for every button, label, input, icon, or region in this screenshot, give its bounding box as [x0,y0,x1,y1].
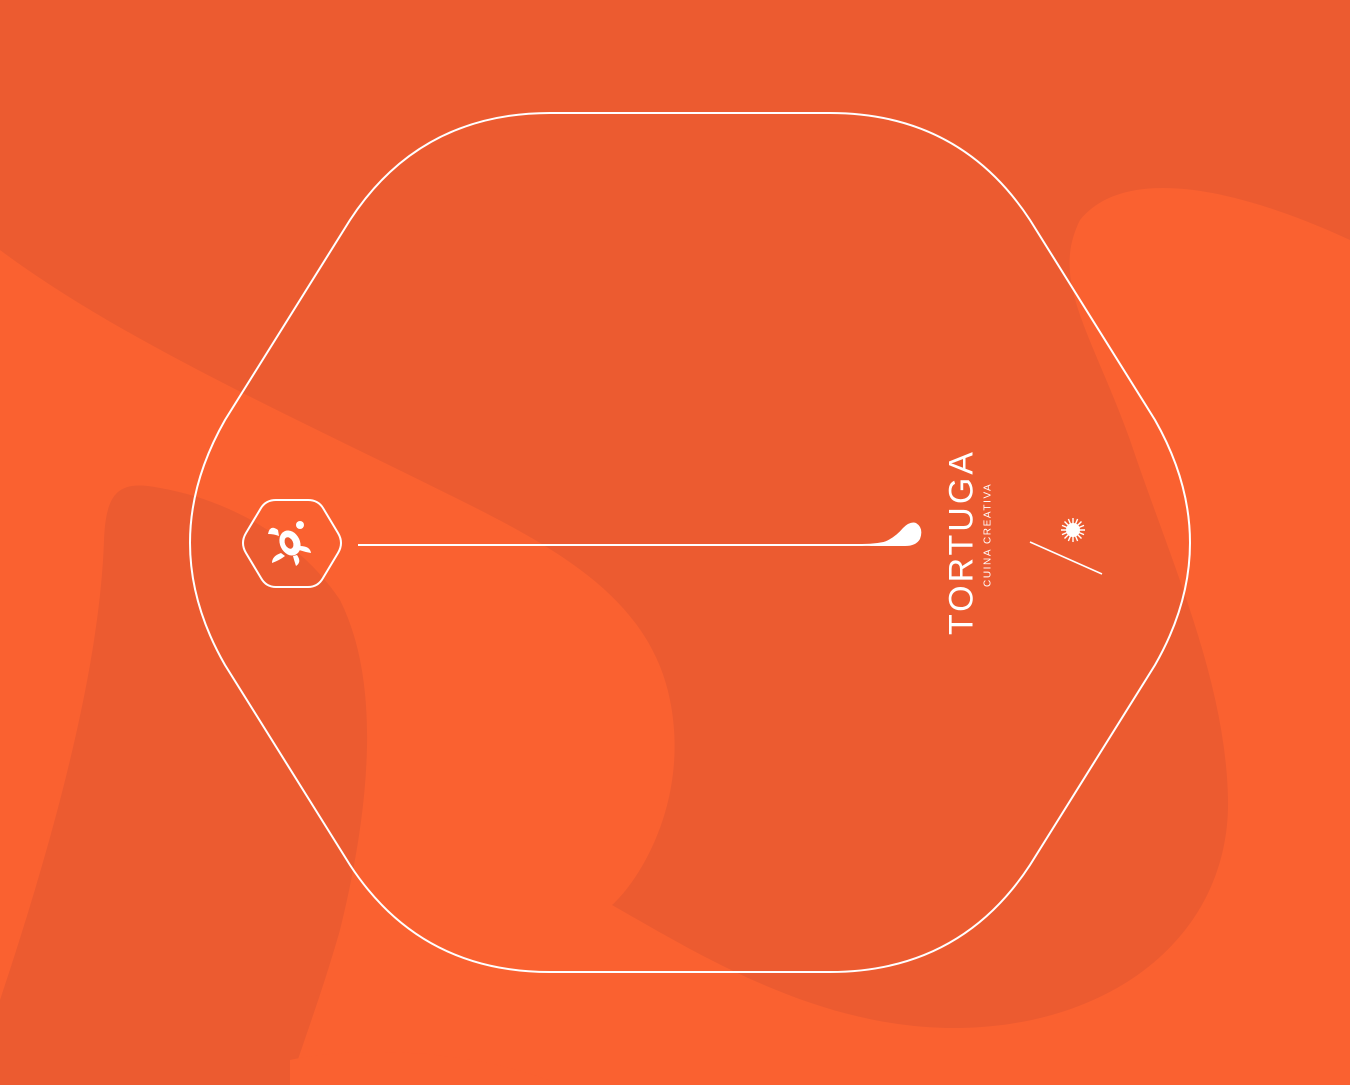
artboard: TORTUGA CUINA CREATIVA [0,0,1350,1085]
sunburst-star-icon [1061,518,1085,542]
slash-divider [1029,541,1103,575]
brand-name: TORTUGA [942,449,981,635]
brand-wordmark: TORTUGA CUINA CREATIVA [942,449,996,635]
background-art [0,112,1350,1085]
brand-tagline: CUINA CREATIVA [982,482,994,587]
